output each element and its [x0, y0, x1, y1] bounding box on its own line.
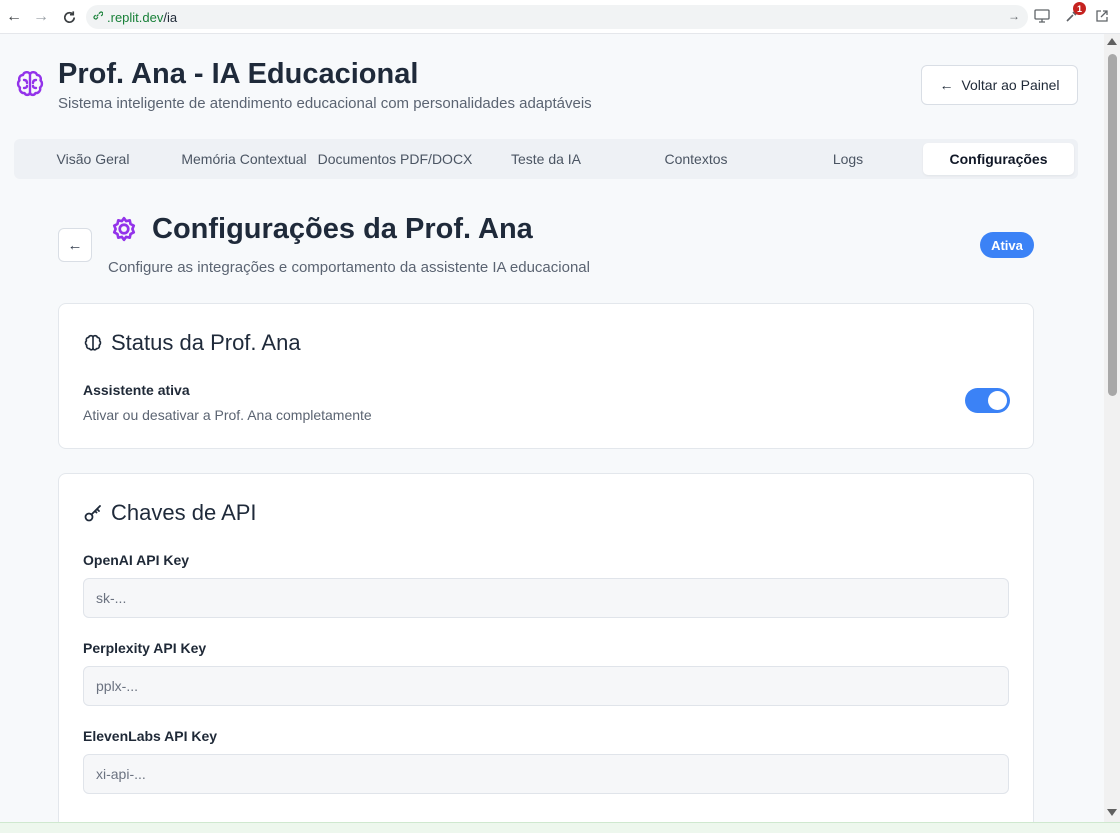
tab-visao-geral[interactable]: Visão Geral: [28, 143, 158, 175]
extension-icon[interactable]: 1: [1062, 2, 1086, 26]
scroll-up-arrow-icon[interactable]: [1107, 38, 1117, 45]
back-to-panel-button[interactable]: ← Voltar ao Painel: [921, 65, 1078, 105]
toggle-knob: [988, 391, 1007, 410]
reload-icon[interactable]: [58, 6, 80, 28]
bottom-strip: [0, 822, 1120, 833]
link-icon: [92, 10, 104, 24]
perplexity-key-input[interactable]: [83, 666, 1009, 706]
api-keys-card: Chaves de API OpenAI API Key Perplexity …: [58, 473, 1034, 833]
app-subtitle: Sistema inteligente de atendimento educa…: [58, 95, 592, 112]
back-button[interactable]: ←: [58, 228, 92, 262]
browser-toolbar: ← → .replit.dev/ia → 1: [0, 0, 1120, 34]
perplexity-key-label: Perplexity API Key: [83, 640, 207, 656]
arrow-left-icon: ←: [939, 77, 954, 93]
tab-memoria-contextual[interactable]: Memória Contextual: [174, 143, 314, 175]
tab-logs[interactable]: Logs: [772, 143, 924, 175]
gear-icon: [112, 216, 136, 242]
openai-key-input[interactable]: [83, 578, 1009, 618]
cast-icon[interactable]: [1032, 6, 1052, 26]
address-bar[interactable]: .replit.dev/ia →: [86, 5, 1028, 29]
status-badge: Ativa: [980, 232, 1034, 258]
scroll-down-arrow-icon[interactable]: [1107, 809, 1117, 816]
status-card-title: Status da Prof. Ana: [83, 330, 301, 356]
app-title: Prof. Ana - IA Educacional: [58, 58, 419, 90]
status-card: Status da Prof. Ana Assistente ativa Ati…: [58, 303, 1034, 449]
forward-arrow-icon[interactable]: →: [30, 6, 52, 28]
page-scrollbar[interactable]: [1104, 34, 1120, 822]
assistant-active-label: Assistente ativa: [83, 382, 190, 398]
brain-icon: [84, 334, 102, 351]
assistant-active-description: Ativar ou desativar a Prof. Ana completa…: [83, 407, 372, 423]
elevenlabs-key-label: ElevenLabs API Key: [83, 728, 218, 744]
tab-teste-ia[interactable]: Teste da IA: [474, 143, 618, 175]
arrow-left-icon: ←: [67, 236, 83, 254]
page-title: Configurações da Prof. Ana: [152, 213, 533, 245]
key-icon: [84, 505, 101, 522]
back-arrow-icon[interactable]: ←: [3, 6, 25, 28]
open-external-icon[interactable]: [1092, 6, 1112, 26]
elevenlabs-key-input[interactable]: [83, 754, 1009, 794]
status-card-title-text: Status da Prof. Ana: [111, 330, 301, 355]
url-path: /ia: [163, 9, 178, 25]
api-keys-card-title-text: Chaves de API: [111, 500, 257, 525]
brain-icon: [16, 71, 44, 97]
url-host: .replit.dev: [107, 9, 164, 25]
scrollbar-thumb[interactable]: [1108, 54, 1117, 396]
tab-configuracoes[interactable]: Configurações: [923, 143, 1074, 175]
go-arrow-icon[interactable]: →: [1008, 9, 1020, 23]
api-keys-card-title: Chaves de API: [83, 500, 257, 526]
page-subtitle: Configure as integrações e comportamento…: [108, 259, 590, 276]
extension-badge: 1: [1073, 2, 1086, 15]
tab-contextos[interactable]: Contextos: [620, 143, 772, 175]
back-to-panel-label: Voltar ao Painel: [961, 77, 1060, 93]
openai-key-label: OpenAI API Key: [83, 552, 190, 568]
assistant-active-toggle[interactable]: [965, 388, 1010, 413]
tab-documentos[interactable]: Documentos PDF/DOCX: [316, 143, 474, 175]
tab-bar: Visão Geral Memória Contextual Documento…: [14, 139, 1078, 179]
